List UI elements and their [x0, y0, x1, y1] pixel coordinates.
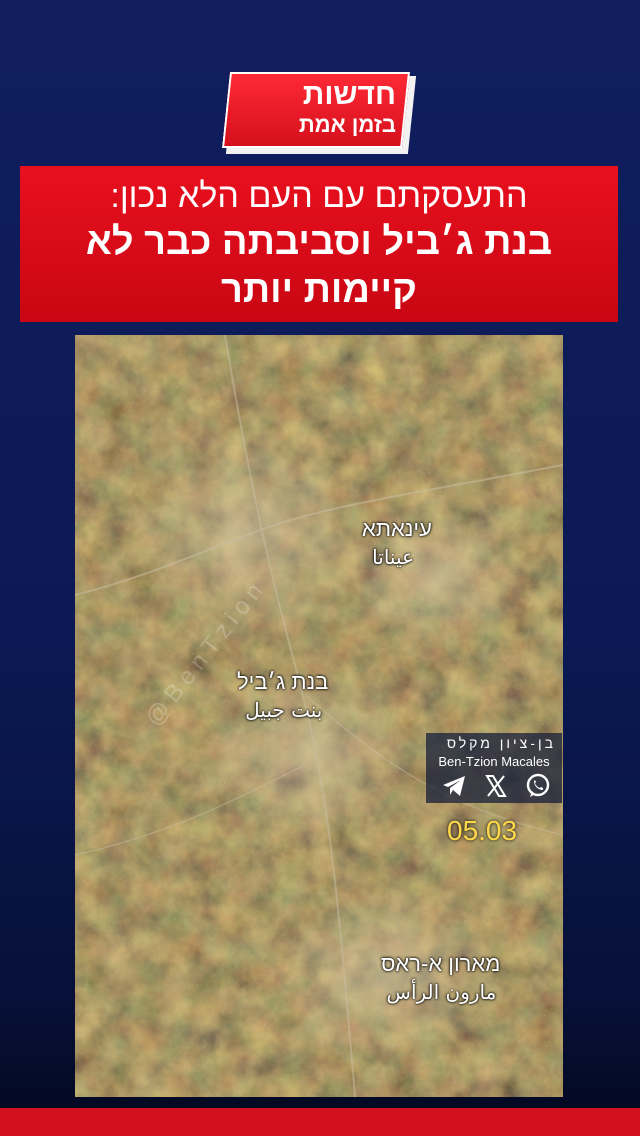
place-he-einata: עינאתא [362, 516, 432, 541]
bottom-bar [0, 1108, 640, 1136]
logo-subtitle: בזמן אמת [298, 112, 396, 137]
headline-line-3: קיימות יותר [220, 269, 417, 311]
place-label-einata: עינאתא عيناتا [362, 515, 432, 571]
place-he-bint-jbeil: בנת ג׳ביל [237, 669, 329, 694]
place-ar-einata: عيناتا [372, 545, 414, 569]
headline-banner: התעסקתם עם העם הלא נכון: בנת ג׳ביל וסביב… [20, 166, 618, 322]
logo-title: חדשות [302, 78, 396, 111]
whatsapp-icon[interactable] [524, 773, 552, 799]
author-credit: בן-ציון מקלס Ben-Tzion Macales [426, 733, 562, 803]
date-label: 05.03 [447, 815, 518, 846]
news-logo: חדשות בזמן אמת [222, 72, 417, 156]
place-label-bint-jbeil: בנת ג׳ביל بنت جبيل [237, 668, 328, 724]
social-icons [440, 773, 552, 799]
place-he-maroun-al-ras: מארון א-ראס [381, 951, 501, 976]
headline-line-2: בנת ג׳ביל וסביבתה כבר לא [85, 221, 553, 263]
x-icon[interactable] [482, 773, 510, 799]
author-name-hebrew: בן-ציון מקלס [446, 735, 556, 751]
author-name-english: Ben-Tzion Macales [438, 754, 550, 769]
telegram-icon[interactable] [440, 773, 468, 799]
headline-line-1: התעסקתם עם העם הלא נכון: [110, 177, 528, 215]
place-ar-bint-jbeil: بنت جبيل [245, 698, 323, 722]
place-ar-maroun-al-ras: مارون الرأس [386, 980, 497, 1004]
place-label-maroun-al-ras: מארון א-ראס مارون الرأس [381, 950, 500, 1006]
